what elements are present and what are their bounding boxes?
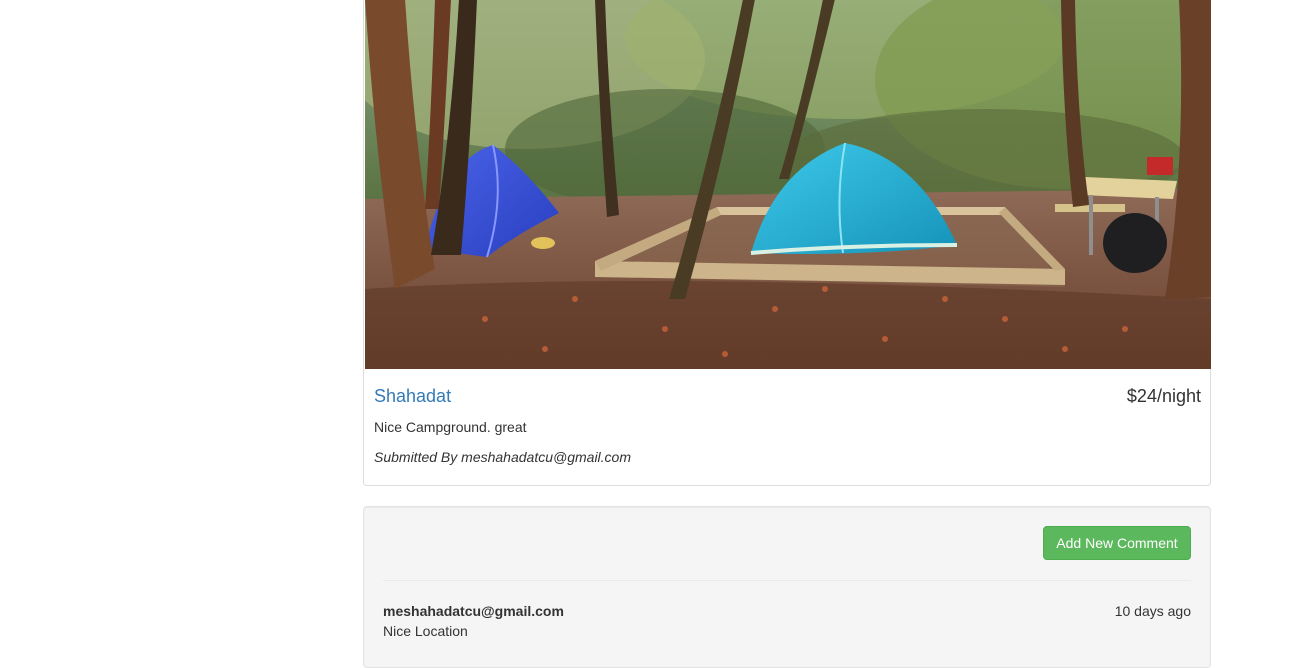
campground-image — [365, 0, 1211, 369]
comment-author: meshahadatcu@gmail.com — [383, 603, 564, 619]
add-new-comment-button[interactable]: Add New Comment — [1043, 526, 1191, 560]
comments-divider — [383, 580, 1191, 581]
campground-price: $24/night — [1126, 386, 1201, 406]
campground-card: Shahadat $24/night Nice Campground. grea… — [363, 0, 1211, 486]
campground-description: Nice Campground. great — [374, 419, 527, 435]
campground-name-link[interactable]: Shahadat — [374, 384, 451, 408]
comment-timestamp: 10 days ago — [1114, 603, 1191, 619]
comments-well: Add New Comment meshahadatcu@gmail.com 1… — [363, 506, 1211, 668]
campground-caption: Shahadat $24/night Nice Campground. grea… — [364, 369, 1210, 485]
comment-text: Nice Location — [383, 623, 468, 639]
campground-submitted-by: Submitted By meshahadatcu@gmail.com — [374, 449, 631, 465]
